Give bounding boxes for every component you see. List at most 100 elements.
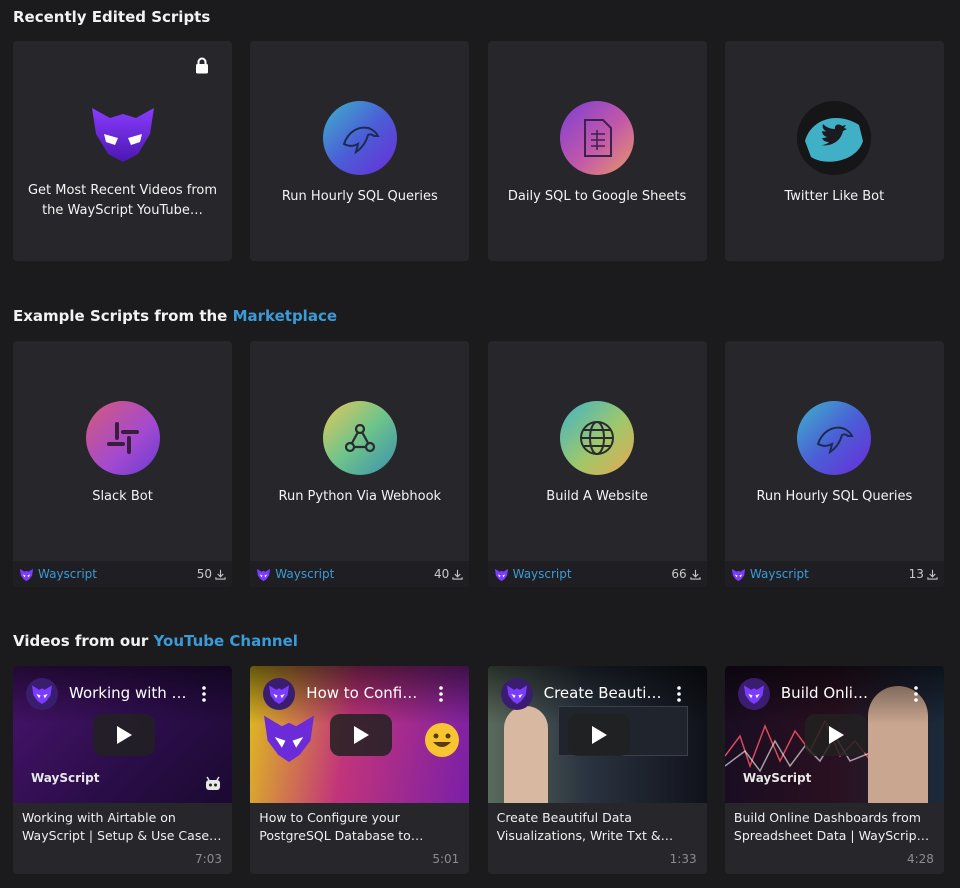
- author-name: Wayscript: [275, 567, 335, 581]
- video-thumb-title: Build Online Dashboards: [780, 684, 871, 702]
- more-options-icon[interactable]: [202, 686, 206, 702]
- marketplace-link[interactable]: Marketplace: [233, 307, 337, 325]
- card-footer: Wayscript 40: [250, 561, 470, 587]
- download-icon: [927, 569, 938, 580]
- video-card[interactable]: Build Online Dashboards WayScript Build …: [724, 666, 944, 874]
- script-title: Run Hourly SQL Queries: [281, 189, 438, 204]
- video-duration: 4:28: [906, 852, 934, 866]
- author-link[interactable]: Wayscript: [19, 567, 97, 582]
- marketplace-heading-prefix: Example Scripts from the: [13, 307, 233, 325]
- watermark-text: WayScript: [742, 771, 812, 785]
- script-card[interactable]: Run Hourly SQL Queries: [250, 41, 470, 261]
- script-title: Run Hourly SQL Queries: [756, 489, 913, 504]
- download-count-value: 40: [434, 567, 450, 581]
- wayscript-logo-icon: [19, 568, 34, 581]
- recent-scripts-heading: Recently Edited Scripts: [13, 8, 211, 26]
- script-title: Slack Bot: [92, 489, 153, 504]
- video-description: How to Configure your PostgreSQL Databas…: [259, 810, 411, 843]
- play-button[interactable]: [93, 714, 155, 756]
- video-thumb-title: Working with Airtable: [69, 684, 189, 702]
- download-count: 13: [909, 567, 938, 581]
- channel-avatar[interactable]: [737, 678, 770, 710]
- twitter-bird-icon: [797, 101, 872, 175]
- video-card[interactable]: How to Configure your PostgreSQL How to …: [250, 666, 470, 874]
- download-icon: [452, 569, 463, 580]
- webhook-icon: [322, 401, 397, 475]
- video-card[interactable]: Working with Airtable WayScript Working …: [13, 666, 232, 874]
- video-description: Working with Airtable on WayScript | Set…: [22, 810, 222, 843]
- author-link[interactable]: Wayscript: [731, 567, 809, 582]
- video-duration: 7:03: [195, 852, 222, 866]
- card-footer: Wayscript 13: [724, 561, 944, 587]
- recent-scripts-grid: Get Most Recent Videos from the WayScrip…: [13, 41, 945, 261]
- more-options-icon[interactable]: [914, 686, 918, 702]
- author-link[interactable]: Wayscript: [256, 567, 334, 582]
- video-thumb-title: Create Beautiful Data: [543, 684, 664, 702]
- marketplace-card[interactable]: Run Python Via Webhook Wayscript 40: [250, 341, 470, 587]
- script-title: Build A Website: [546, 489, 648, 504]
- marketplace-card[interactable]: Build A Website Wayscript 66: [487, 341, 707, 587]
- download-count: 50: [197, 567, 226, 581]
- videos-heading: Videos from our YouTube Channel: [13, 632, 298, 650]
- download-count-value: 66: [671, 567, 687, 581]
- play-button[interactable]: [330, 714, 393, 756]
- video-thumbnail[interactable]: Create Beautiful Data: [487, 666, 707, 803]
- script-title: Daily SQL to Google Sheets: [507, 189, 687, 204]
- videos-grid: Working with Airtable WayScript Working …: [13, 666, 945, 874]
- wayscript-mask-icon: [86, 97, 160, 171]
- download-count-value: 50: [196, 567, 212, 581]
- marketplace-card[interactable]: Slack Bot Wayscript 50: [13, 341, 232, 587]
- script-title: Get Most Recent Videos from the WayScrip…: [27, 183, 218, 218]
- author-link[interactable]: Wayscript: [494, 567, 572, 582]
- play-icon: [117, 726, 132, 744]
- slack-icon: [85, 401, 160, 475]
- channel-avatar[interactable]: [26, 678, 58, 710]
- author-name: Wayscript: [512, 567, 572, 581]
- author-name: Wayscript: [38, 567, 97, 581]
- download-icon: [689, 569, 701, 580]
- play-button[interactable]: [804, 714, 867, 756]
- wayscript-logo-icon: [494, 568, 508, 581]
- play-icon: [828, 726, 844, 744]
- download-count: 66: [671, 567, 701, 581]
- download-count-value: 13: [908, 567, 924, 581]
- video-thumbnail[interactable]: How to Configure your PostgreSQL: [250, 666, 470, 803]
- play-button[interactable]: [567, 714, 630, 756]
- lock-icon: [196, 57, 208, 74]
- wayscript-logo-icon: [731, 568, 745, 581]
- wayscript-mask-icon: [264, 715, 315, 762]
- youtube-channel-link[interactable]: YouTube Channel: [154, 632, 298, 650]
- marketplace-heading: Example Scripts from the Marketplace: [13, 307, 337, 325]
- video-duration: 1:33: [669, 852, 697, 866]
- marketplace-card[interactable]: Run Hourly SQL Queries Wayscript 13: [724, 341, 944, 587]
- script-title: Run Python Via Webhook: [278, 489, 442, 504]
- card-footer: Wayscript 66: [487, 561, 707, 587]
- play-icon: [591, 726, 607, 744]
- google-sheets-icon: [560, 101, 635, 175]
- video-card[interactable]: Create Beautiful Data Create Beautiful D…: [487, 666, 707, 874]
- globe-icon: [560, 401, 635, 475]
- video-thumbnail[interactable]: Working with Airtable WayScript: [13, 666, 232, 803]
- mysql-dolphin-icon: [322, 101, 397, 175]
- wayscript-logo-icon: [257, 568, 271, 581]
- script-title: Twitter Like Bot: [784, 189, 885, 204]
- video-description: Create Beautiful Data Visualizations, Wr…: [496, 810, 661, 843]
- mysql-dolphin-icon: [797, 401, 872, 475]
- more-options-icon[interactable]: [439, 686, 444, 702]
- author-name: Wayscript: [749, 567, 809, 581]
- more-options-icon[interactable]: [676, 686, 681, 702]
- video-description: Build Online Dashboards from Spreadsheet…: [733, 810, 922, 843]
- script-card[interactable]: Daily SQL to Google Sheets: [487, 41, 707, 261]
- watermark-text: WayScript: [31, 771, 100, 785]
- script-card[interactable]: Get Most Recent Videos from the WayScrip…: [13, 41, 232, 261]
- card-footer: Wayscript 50: [13, 561, 232, 587]
- marketplace-grid: Slack Bot Wayscript 50 Run Python Via We…: [13, 341, 945, 587]
- channel-avatar[interactable]: [500, 678, 533, 710]
- video-duration: 5:01: [432, 852, 460, 866]
- download-icon: [215, 569, 226, 580]
- video-thumbnail[interactable]: Build Online Dashboards WayScript: [724, 666, 944, 803]
- video-thumb-title: How to Configure your PostgreSQL: [306, 684, 426, 702]
- videos-heading-prefix: Videos from our: [13, 632, 154, 650]
- script-card[interactable]: Twitter Like Bot: [724, 41, 944, 261]
- robot-icon: [206, 776, 220, 790]
